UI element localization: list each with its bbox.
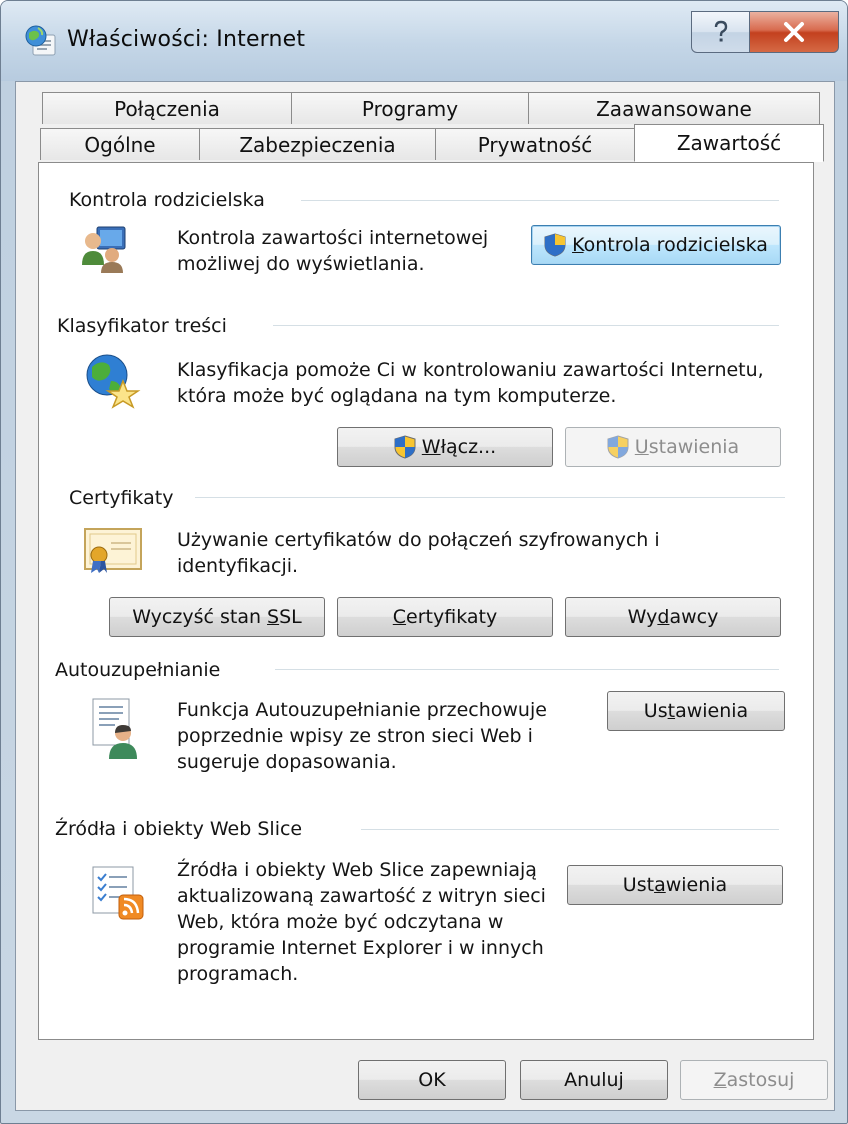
autocomplete-settings-button[interactable]: Ustawienia (607, 691, 785, 731)
button-label: stawienia (648, 436, 740, 458)
feeds-description-line: aktualizowaną zawartość z witryn sieci (177, 885, 546, 907)
feeds-description-line: Źródła i obiekty Web Slice zapewniają (177, 859, 537, 881)
button-label: łącz... (440, 436, 497, 458)
separator (275, 669, 779, 671)
apply-button[interactable]: Zastosuj (680, 1060, 828, 1100)
separator (195, 497, 785, 499)
title-bar[interactable]: Właściwości: Internet (1, 1, 847, 81)
dialog-window: Właściwości: Internet Połączenia Program… (0, 0, 848, 1124)
tab-programs[interactable]: Programy (291, 92, 529, 124)
button-label: Wyczyść stan (132, 606, 268, 628)
group-label-content-advisor: Klasyfikator treści (57, 315, 237, 337)
button-label: astosuj (726, 1069, 795, 1091)
button-label: awienia (675, 700, 749, 722)
help-icon (714, 20, 728, 42)
certificates-description-line: Używanie certyfikatów do połączeń szyfro… (177, 529, 660, 551)
button-label: W (421, 436, 441, 458)
advisor-settings-button[interactable]: Ustawienia (565, 427, 781, 467)
uac-shield-icon (544, 233, 566, 257)
button-label: K (572, 234, 584, 256)
button-label: S (267, 606, 280, 628)
feeds-description-line: programach. (177, 963, 299, 985)
tab-privacy[interactable]: Prywatność (435, 128, 635, 160)
button-label: ontrola rodzicielska (583, 234, 768, 256)
certificates-button[interactable]: Certyfikaty (337, 597, 553, 637)
button-label: wienia (665, 874, 728, 896)
window-title: Właściwości: Internet (67, 27, 306, 52)
ok-button[interactable]: OK (358, 1060, 506, 1100)
button-label: t (667, 700, 676, 722)
globe-star-icon (86, 354, 141, 409)
parental-description-line: Kontrola zawartości internetowej (177, 227, 489, 249)
button-label: awcy (669, 606, 719, 628)
group-label-feeds: Źródła i obiekty Web Slice (55, 818, 313, 840)
button-label: Anuluj (564, 1069, 624, 1091)
autocomplete-description-line: sugeruje dopasowania. (177, 751, 397, 773)
button-label: Z (713, 1069, 727, 1091)
button-label: C (392, 606, 407, 628)
tab-advanced[interactable]: Zaawansowane (528, 92, 820, 124)
tab-security[interactable]: Zabezpieczenia (199, 128, 436, 160)
certificates-description-line: identyfikacji. (177, 555, 299, 577)
button-label: U (634, 436, 649, 458)
autocomplete-user-icon (92, 698, 137, 759)
group-label-autocomplete: Autouzupełnianie (55, 659, 231, 681)
tab-connections[interactable]: Połączenia (42, 92, 292, 124)
feeds-settings-button[interactable]: Ustawienia (567, 865, 783, 905)
button-label: d (657, 606, 670, 628)
cancel-button[interactable]: Anuluj (520, 1060, 668, 1100)
uac-shield-icon (394, 435, 416, 459)
clear-ssl-state-button[interactable]: Wyczyść stan SSL (109, 597, 325, 637)
content-tab-panel: Kontrola rodzicielska Kontrola zawartośc… (38, 162, 814, 1040)
ie-globe-icon (25, 25, 56, 56)
tab-general[interactable]: Ogólne (40, 128, 200, 160)
feeds-rss-icon (92, 866, 144, 920)
button-label: Wy (627, 606, 658, 628)
feeds-description-line: programie Internet Explorer i w innych (177, 937, 544, 959)
button-label: a (654, 874, 666, 896)
group-label-parental: Kontrola rodzicielska (69, 189, 275, 211)
parental-users-icon (82, 226, 126, 273)
button-label: Us (643, 700, 668, 722)
uac-shield-icon (607, 435, 629, 459)
advisor-description-line: Klasyfikacja pomoże Ci w kontrolowaniu z… (177, 359, 764, 381)
group-label-certificates: Certyfikaty (69, 487, 184, 509)
enable-advisor-button[interactable]: Włącz... (337, 427, 553, 467)
advisor-description-line: która może być oglądana na tym komputerz… (177, 385, 617, 407)
parental-controls-button[interactable]: Kontrola rodzicielska (531, 225, 781, 265)
separator (361, 829, 779, 831)
dialog-body: Połączenia Programy Zaawansowane Ogólne … (15, 81, 835, 1111)
close-icon (784, 22, 804, 42)
tab-content[interactable]: Zawartość (634, 124, 824, 162)
separator (273, 325, 779, 327)
button-label: Ust (622, 874, 655, 896)
certificate-icon (84, 528, 142, 573)
feeds-description-line: Web, która może być odczytana w (177, 911, 504, 933)
autocomplete-description-line: Funkcja Autouzupełnianie przechowuje (177, 699, 547, 721)
button-label: SL (279, 606, 302, 628)
help-button[interactable] (691, 11, 751, 53)
button-label: OK (418, 1069, 446, 1091)
parental-description-line: możliwej do wyświetlania. (177, 253, 425, 275)
close-button[interactable] (749, 11, 839, 53)
button-label: ertyfikaty (406, 606, 498, 628)
separator (301, 200, 779, 202)
publishers-button[interactable]: Wydawcy (565, 597, 781, 637)
autocomplete-description-line: poprzednie wpisy ze stron sieci Web i (177, 725, 533, 747)
